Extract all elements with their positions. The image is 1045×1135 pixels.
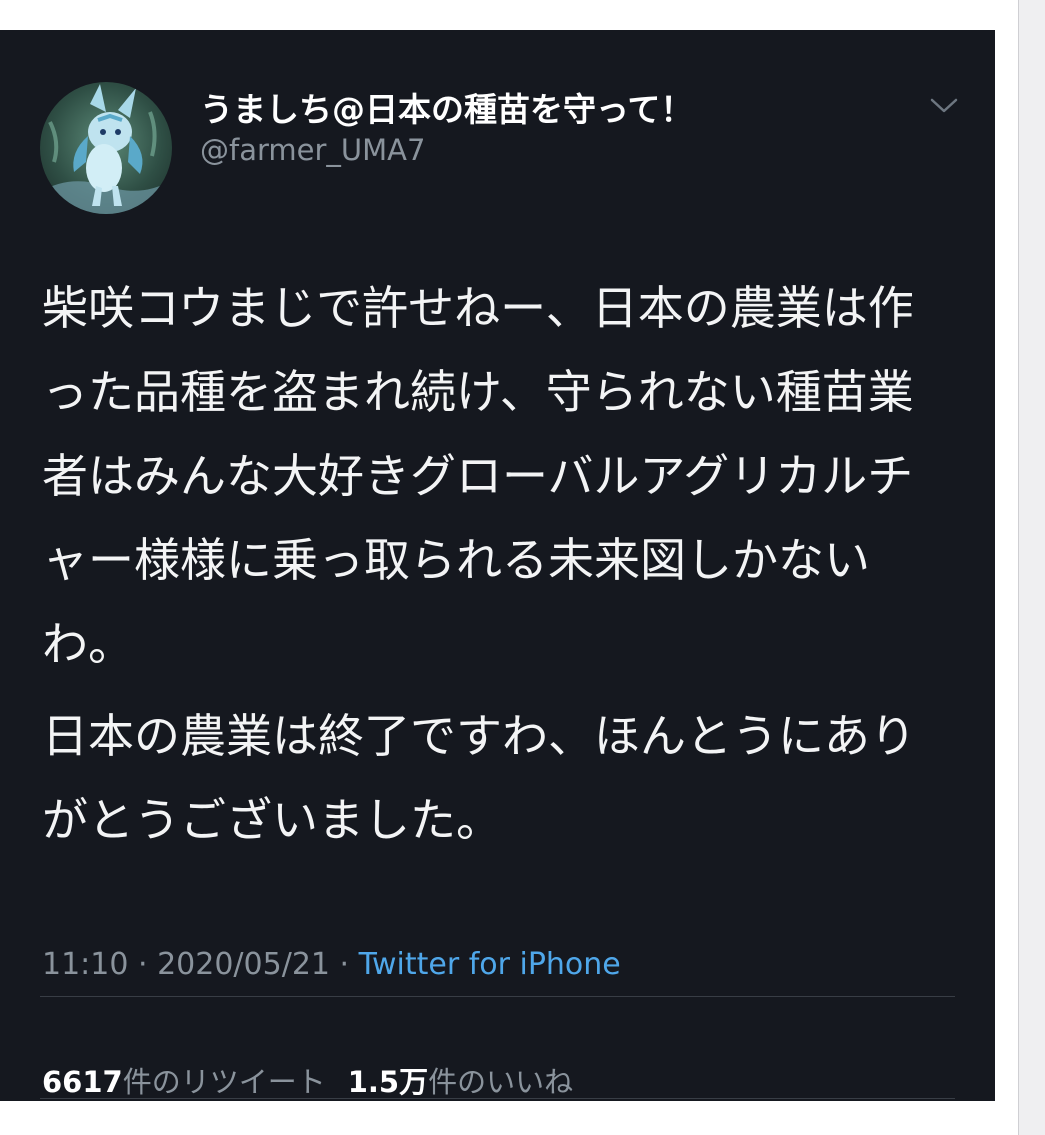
tweet-paragraph: 柴咲コウまじで許せねー、日本の農業は作った品種を盗まれ続け、守られない種苗業者は…	[42, 281, 914, 671]
display-name[interactable]: うましち@日本の種苗を守って！	[200, 90, 693, 130]
retweets-stat[interactable]: 6617件のリツイート	[42, 1065, 326, 1099]
retweet-label: 件のリツイート	[122, 1065, 326, 1099]
divider	[40, 1098, 955, 1099]
tweet-meta: 11:10 · 2020/05/21 · Twitter for iPhone	[42, 945, 621, 985]
tweet-text: 柴咲コウまじで許せねー、日本の農業は作った品種を盗まれ続け、守られない種苗業者は…	[42, 266, 942, 862]
tweet-date[interactable]: 2020/05/21	[157, 947, 330, 982]
meta-separator: ·	[128, 947, 158, 982]
likes-stat[interactable]: 1.5万件のいいね	[348, 1065, 573, 1099]
like-count: 1.5万	[347, 1065, 429, 1099]
user-handle[interactable]: @farmer_UMA7	[200, 132, 425, 168]
divider	[40, 996, 955, 997]
tweet-time[interactable]: 11:10	[42, 947, 128, 982]
avatar[interactable]	[40, 82, 172, 214]
retweet-count: 6617	[42, 1065, 123, 1099]
glaceon-avatar-icon	[40, 82, 172, 214]
tweet-stats: 6617件のリツイート 1.5万件のいいね	[42, 1062, 573, 1101]
scrollbar-track[interactable]	[1018, 0, 1045, 1135]
meta-separator: ·	[330, 947, 359, 982]
like-label: 件のいいね	[428, 1065, 574, 1099]
tweet-source-link[interactable]: Twitter for iPhone	[359, 947, 621, 982]
tweet-paragraph: 日本の農業は終了ですわ、ほんとうにありがとうございました。	[42, 709, 916, 847]
chevron-down-icon[interactable]	[922, 90, 966, 120]
tweet-card: うましち@日本の種苗を守って！ @farmer_UMA7 柴咲コウまじで許せねー…	[0, 30, 995, 1101]
